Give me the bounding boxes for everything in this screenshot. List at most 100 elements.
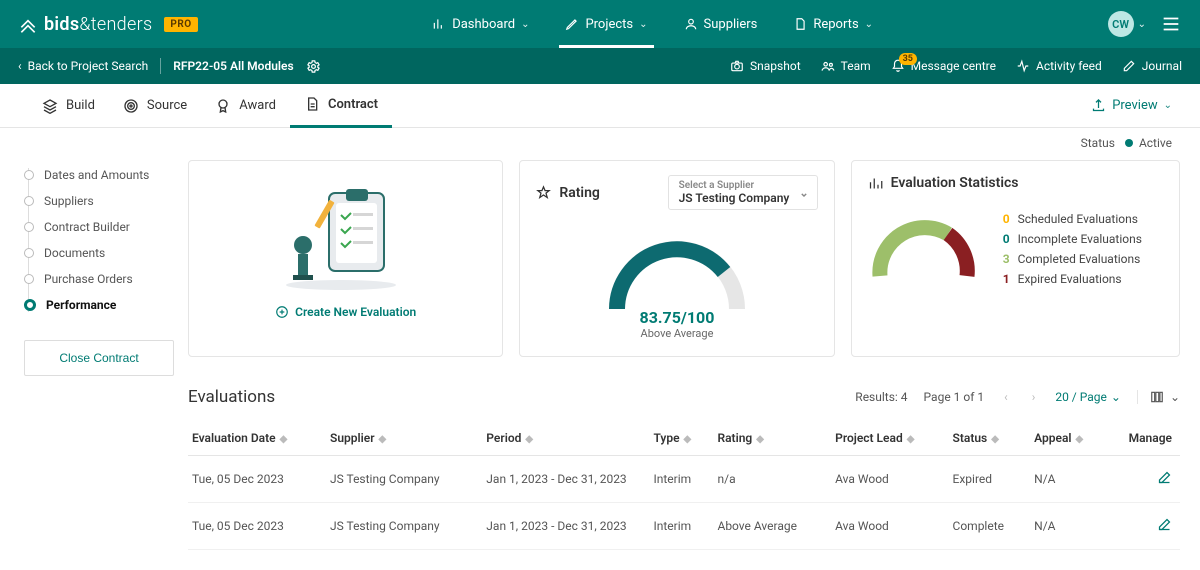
pro-badge: PRO — [164, 17, 197, 32]
close-contract-button[interactable]: Close Contract — [24, 340, 174, 376]
status-row: Status Active — [0, 128, 1200, 154]
project-ref[interactable]: RFP22-05 All Modules — [173, 59, 293, 73]
legend-scheduled: 0Scheduled Evaluations — [996, 209, 1142, 229]
activity-label: Activity feed — [1036, 59, 1102, 73]
col-status[interactable]: Status◆ — [949, 421, 1031, 456]
project-tabs: Build Source Award Contract Preview ⌄ — [0, 84, 1200, 128]
cell-lead: Ava Wood — [831, 456, 948, 503]
plus-circle-icon — [275, 305, 289, 319]
project-settings-button[interactable] — [306, 59, 321, 74]
document-icon — [304, 96, 320, 112]
sort-icon: ◆ — [280, 434, 288, 445]
col-rating[interactable]: Rating◆ — [713, 421, 831, 456]
tab-contract[interactable]: Contract — [290, 84, 392, 128]
menu-reports[interactable]: Reports ⌄ — [777, 0, 889, 48]
cell-status: Complete — [949, 503, 1031, 550]
sidenav-item-label: Purchase Orders — [44, 272, 133, 286]
journal-label: Journal — [1142, 59, 1182, 73]
prev-page-button[interactable]: ‹ — [1000, 390, 1012, 404]
chevron-down-icon: ⌄ — [1170, 390, 1180, 404]
col-type[interactable]: Type◆ — [649, 421, 713, 456]
topnav-right: CW ⌄ — [1108, 11, 1182, 37]
sidenav-dates[interactable]: Dates and Amounts — [24, 162, 164, 188]
cell-manage — [1109, 503, 1180, 550]
subnav-right: Snapshot Team 35 Message centre Activity… — [730, 59, 1182, 73]
snapshot-label: Snapshot — [750, 59, 801, 73]
clipboard-icon — [271, 185, 421, 295]
edit-icon — [1157, 470, 1172, 485]
pencil-icon — [565, 17, 579, 31]
create-evaluation-link[interactable]: Create New Evaluation — [205, 305, 486, 319]
rating-header: Rating Select a Supplier JS Testing Comp… — [536, 175, 817, 210]
journal-link[interactable]: Journal — [1122, 59, 1182, 73]
per-page-label: 20 / Page — [1055, 390, 1107, 404]
evaluations-title: Evaluations — [188, 387, 275, 407]
layers-icon — [42, 98, 58, 114]
chevron-down-icon: ⌄ — [799, 186, 808, 199]
column-layout-button[interactable]: ⌄ — [1137, 390, 1180, 404]
sort-icon: ◆ — [756, 434, 764, 445]
cell-supplier: JS Testing Company — [326, 456, 482, 503]
menu-projects-label: Projects — [585, 17, 633, 32]
col-date[interactable]: Evaluation Date◆ — [188, 421, 326, 456]
cell-period: Jan 1, 2023 - Dec 31, 2023 — [482, 503, 649, 550]
rating-gauge: 83.75/100 Above Average — [536, 234, 817, 340]
menu-dashboard[interactable]: Dashboard ⌄ — [416, 0, 545, 48]
cell-date: Tue, 05 Dec 2023 — [188, 503, 326, 550]
sidenav-performance[interactable]: Performance — [24, 292, 164, 318]
legend-expired: 1Expired Evaluations — [996, 269, 1142, 289]
content: Create New Evaluation Rating Select a Su… — [180, 154, 1200, 570]
next-page-button[interactable]: › — [1028, 390, 1040, 404]
team-link[interactable]: Team — [821, 59, 871, 73]
tab-source[interactable]: Source — [109, 84, 201, 128]
col-supplier[interactable]: Supplier◆ — [326, 421, 482, 456]
cell-manage — [1109, 456, 1180, 503]
cards-row: Create New Evaluation Rating Select a Su… — [188, 160, 1180, 357]
status-dot-icon — [1125, 139, 1133, 147]
stats-title: Evaluation Statistics — [891, 175, 1019, 191]
col-period[interactable]: Period◆ — [482, 421, 649, 456]
sub-bar: ‹ Back to Project Search RFP22-05 All Mo… — [0, 48, 1200, 84]
menu-reports-label: Reports — [813, 17, 858, 32]
back-link[interactable]: ‹ Back to Project Search — [18, 59, 148, 73]
supplier-picker[interactable]: Select a Supplier JS Testing Company ⌄ — [668, 175, 818, 210]
stats-header: Evaluation Statistics — [868, 175, 1163, 191]
document-icon — [793, 17, 807, 31]
page-label: Page 1 of 1 — [924, 390, 985, 404]
preview-button[interactable]: Preview ⌄ — [1091, 98, 1172, 113]
chevron-down-icon: ⌄ — [1164, 100, 1172, 111]
sidenav-documents[interactable]: Documents — [24, 240, 164, 266]
messages-link[interactable]: 35 Message centre — [891, 59, 996, 73]
evaluations-header: Evaluations Results: 4 Page 1 of 1 ‹ › 2… — [188, 387, 1180, 407]
table-row: Tue, 05 Dec 2023 JS Testing Company Jan … — [188, 456, 1180, 503]
tab-award-label: Award — [239, 98, 276, 113]
supplier-picker-value: JS Testing Company — [679, 191, 791, 205]
activity-link[interactable]: Activity feed — [1016, 59, 1102, 73]
sidenav-builder[interactable]: Contract Builder — [24, 214, 164, 240]
sidenav-purchase[interactable]: Purchase Orders — [24, 266, 164, 292]
tab-award[interactable]: Award — [201, 84, 290, 128]
col-appeal[interactable]: Appeal◆ — [1030, 421, 1109, 456]
supplier-picker-label: Select a Supplier — [679, 180, 791, 191]
menu-projects[interactable]: Projects ⌄ — [549, 0, 663, 48]
person-icon — [684, 17, 698, 31]
col-lead[interactable]: Project Lead◆ — [831, 421, 948, 456]
main-menu: Dashboard ⌄ Projects ⌄ Suppliers Reports… — [416, 0, 889, 48]
manage-row-button[interactable] — [1157, 470, 1172, 485]
columns-icon — [1150, 390, 1164, 404]
col-manage: Manage — [1109, 421, 1180, 456]
manage-row-button[interactable] — [1157, 517, 1172, 532]
user-menu[interactable]: CW ⌄ — [1108, 11, 1146, 37]
rating-title: Rating — [559, 185, 600, 201]
hamburger-menu-button[interactable] — [1160, 13, 1182, 35]
per-page-selector[interactable]: 20 / Page ⌄ — [1055, 390, 1121, 404]
chevron-down-icon: ⌄ — [1111, 390, 1121, 404]
edit-icon — [1157, 517, 1172, 532]
table-header-row: Evaluation Date◆ Supplier◆ Period◆ Type◆… — [188, 421, 1180, 456]
menu-suppliers[interactable]: Suppliers — [668, 0, 774, 48]
brand-logo[interactable]: bids&tenders PRO — [18, 14, 198, 35]
tab-build[interactable]: Build — [28, 84, 109, 128]
sidenav-suppliers[interactable]: Suppliers — [24, 188, 164, 214]
rating-score-label: Above Average — [641, 327, 714, 340]
snapshot-link[interactable]: Snapshot — [730, 59, 801, 73]
